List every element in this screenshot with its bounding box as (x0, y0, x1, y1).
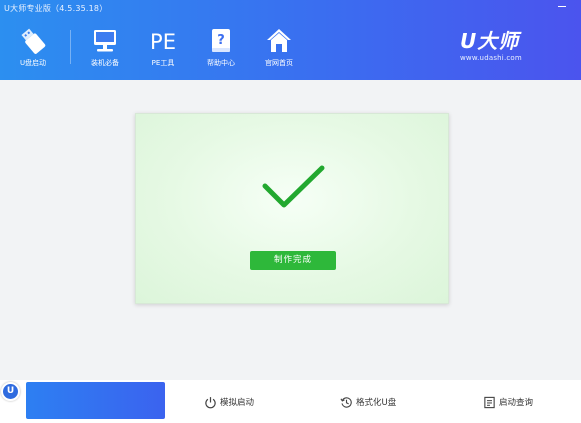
nav-item-usb-boot[interactable]: U盘启动 (7, 26, 59, 72)
footer-bar: U 模拟启动 格式化U盘 启动查询 (0, 380, 581, 423)
nav-item-install-essentials[interactable]: 装机必备 (79, 26, 131, 72)
nav-item-pe-tools[interactable]: PE PE工具 (137, 26, 189, 72)
minimize-button[interactable] (557, 3, 567, 11)
checkmark-icon (262, 165, 325, 208)
brand-logo: U大师 www.udashi.com (460, 30, 540, 66)
done-button[interactable]: 制作完成 (250, 251, 336, 270)
logo-url: www.udashi.com (460, 54, 522, 62)
svg-text:?: ? (217, 33, 225, 48)
document-icon (484, 396, 495, 408)
footer-badge: U (1, 382, 20, 401)
boot-query-label: 启动查询 (499, 398, 534, 408)
simulate-boot-label: 模拟启动 (220, 398, 255, 408)
simulate-boot-button[interactable]: 模拟启动 (204, 394, 254, 410)
nav-label-official-site: 官网首页 (265, 59, 293, 67)
nav-label-help-center: 帮助中心 (207, 59, 235, 67)
logo-mark: U大师 (460, 29, 520, 53)
nav-label-install-essentials: 装机必备 (91, 59, 119, 67)
completion-card: 制作完成 (135, 113, 449, 304)
format-usb-label: 格式化U盘 (356, 398, 397, 408)
monitor-icon (94, 30, 116, 52)
nav-divider (70, 30, 71, 64)
header-bar: U大师专业版（4.5.35.18） U盘启动 装机必备 PE PE工具 ? 帮助… (0, 0, 581, 80)
power-icon (205, 396, 216, 408)
nav-item-help-center[interactable]: ? 帮助中心 (195, 26, 247, 72)
window-title: U大师专业版（4.5.35.18） (4, 4, 108, 13)
format-usb-button[interactable]: 格式化U盘 (340, 394, 396, 410)
footer-active-tab[interactable] (26, 382, 165, 419)
nav-label-usb-boot: U盘启动 (19, 59, 47, 67)
usb-drive-icon (21, 28, 46, 54)
home-icon (267, 29, 291, 52)
pe-glyph: PE (150, 30, 176, 54)
nav-item-official-site[interactable]: 官网首页 (253, 26, 305, 72)
pe-text-icon: PE (150, 30, 176, 54)
history-icon (340, 396, 352, 408)
nav-label-pe-tools: PE工具 (151, 59, 175, 67)
help-book-icon: ? (212, 29, 230, 52)
boot-query-button[interactable]: 启动查询 (483, 394, 533, 410)
